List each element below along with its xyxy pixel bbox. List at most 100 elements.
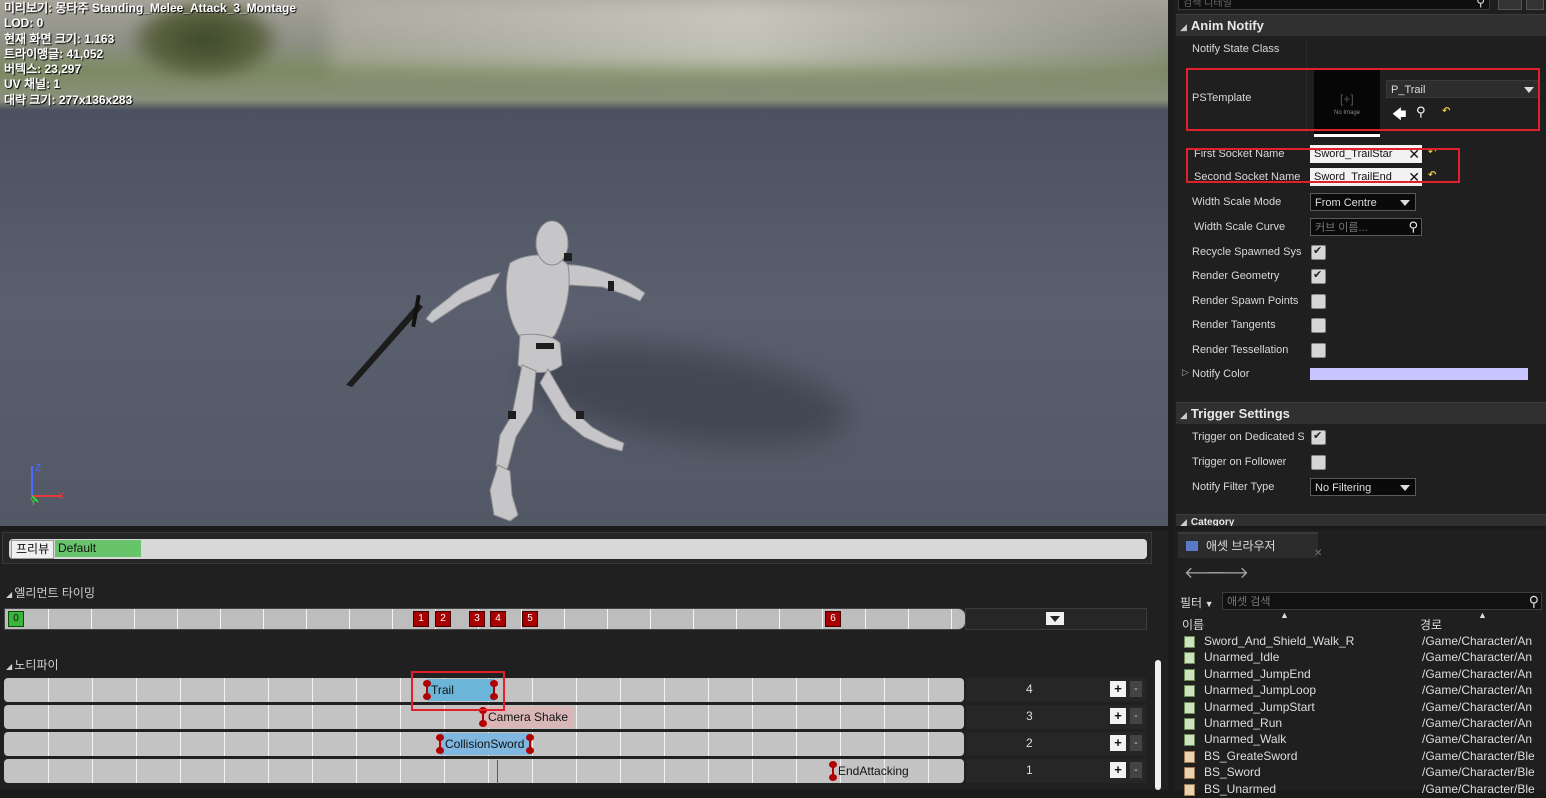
asset-path: /Game/Character/An (1422, 699, 1533, 714)
timing-marker[interactable]: 2 (435, 611, 451, 627)
notify-handle[interactable] (829, 761, 837, 781)
prop-render-geometry: Render Geometry (1176, 264, 1546, 288)
element-timing-track[interactable] (4, 608, 966, 630)
expand-triangle-icon: ◢ (1180, 410, 1187, 420)
remove-track-button[interactable]: - (1130, 681, 1142, 697)
notify-handle[interactable] (526, 734, 534, 754)
add-track-button[interactable]: + (1110, 735, 1126, 751)
width-scale-mode-combo[interactable]: From Centre (1310, 193, 1416, 211)
notify-handle[interactable] (423, 680, 431, 700)
notify-filter-type-combo[interactable]: No Filtering (1310, 478, 1416, 496)
add-track-button[interactable]: + (1110, 762, 1126, 778)
timing-marker[interactable]: 5 (522, 611, 538, 627)
notify-handle[interactable] (436, 734, 444, 754)
add-track-button[interactable]: + (1110, 708, 1126, 724)
timing-dropdown-button[interactable] (1046, 612, 1064, 625)
timing-marker[interactable]: 1 (413, 611, 429, 627)
asset-search-input[interactable]: 애셋 검색 ⚲ (1222, 592, 1542, 610)
category-trigger-settings[interactable]: ◢ Trigger Settings (1176, 402, 1546, 424)
notify-track-cell (664, 732, 665, 756)
clear-icon[interactable]: ✕ (1408, 168, 1420, 186)
recycle-spawned-checkbox[interactable] (1311, 244, 1326, 260)
column-divider (1306, 37, 1307, 61)
trigger-on-dedicated-checkbox[interactable] (1311, 429, 1326, 445)
reset-to-default-icon[interactable]: ↶ (1428, 170, 1436, 181)
expand-triangle-icon[interactable]: ▷ (1182, 367, 1189, 378)
notify-label[interactable]: Camera Shake (488, 710, 568, 724)
render-geometry-checkbox[interactable] (1311, 268, 1326, 284)
preview-button[interactable]: 프리뷰 (11, 540, 55, 559)
asset-list-item[interactable]: BS_GreateSword/Game/Character/Ble (1184, 749, 1544, 765)
remove-track-button[interactable]: - (1130, 762, 1142, 778)
asset-list-item[interactable]: Unarmed_JumpEnd/Game/Character/An (1184, 667, 1544, 683)
notifies-header[interactable]: ◢ 노티파이 (6, 656, 59, 673)
asset-path: /Game/Character/An (1422, 683, 1533, 698)
animation-asset-icon (1184, 718, 1195, 730)
reset-to-default-icon[interactable]: ↶ (1428, 147, 1436, 158)
notify-track[interactable] (4, 759, 964, 783)
category-anim-notify[interactable]: ◢ Anim Notify (1176, 14, 1546, 36)
remove-track-button[interactable]: - (1130, 735, 1142, 751)
notify-track-cell (48, 705, 49, 729)
trigger-on-follower-checkbox[interactable] (1311, 455, 1326, 470)
notify-track-cell (444, 759, 445, 783)
notify-label[interactable]: EndAttacking (838, 764, 909, 778)
category-categories[interactable]: ◢ Category (1176, 514, 1546, 526)
element-timing-header[interactable]: ◢ 엘리먼트 타이밍 (6, 584, 95, 601)
timing-marker[interactable]: 0 (8, 611, 24, 627)
timing-track-cell (736, 609, 737, 629)
notify-handle[interactable] (479, 707, 487, 727)
column-name-header[interactable]: 이름 ▲ (1182, 610, 1289, 633)
width-scale-curve-input[interactable]: 커브 이름... ⚲ (1310, 218, 1422, 236)
second-socket-input[interactable]: Sword_TrailEnd ✕ (1310, 168, 1422, 186)
blendspace-asset-icon (1184, 750, 1195, 763)
clear-icon[interactable]: ✕ (1408, 145, 1420, 163)
first-socket-input[interactable]: Sword_TrailStar ✕ (1310, 145, 1422, 163)
timing-marker[interactable]: 3 (469, 611, 485, 627)
notify-label[interactable]: Trail (431, 683, 454, 697)
section-preview-track[interactable]: 프리뷰 Default (9, 539, 1147, 559)
playhead-line[interactable] (497, 760, 498, 784)
asset-list-item[interactable]: Unarmed_JumpStart/Game/Character/An (1184, 700, 1544, 716)
asset-list-item[interactable]: Unarmed_Idle/Game/Character/An (1184, 650, 1544, 666)
default-section[interactable]: Default (55, 540, 141, 557)
forward-arrow-icon[interactable]: 🡒 (1206, 562, 1249, 583)
asset-name: BS_GreateSword (1204, 748, 1298, 763)
column-path-header[interactable]: 경로 ▲ (1420, 610, 1487, 633)
preview-viewport[interactable]: 미리보기: 몽타주 Standing_Melee_Attack_3_Montag… (0, 0, 1168, 526)
category-trigger-settings-label: Trigger Settings (1190, 406, 1290, 421)
remove-track-button[interactable]: - (1130, 708, 1142, 724)
render-tangents-checkbox[interactable] (1311, 318, 1326, 333)
render-tessellation-checkbox[interactable] (1311, 343, 1326, 358)
asset-list-item[interactable]: BS_Sword/Game/Character/Ble (1184, 765, 1544, 781)
asset-list-item[interactable]: Sword_And_Shield_Walk_R/Game/Character/A… (1184, 634, 1544, 650)
settings-button[interactable] (1526, 0, 1544, 10)
notify-handle[interactable] (490, 680, 498, 700)
timing-marker[interactable]: 4 (490, 611, 506, 627)
add-track-button[interactable]: + (1110, 681, 1126, 697)
use-selected-arrow-icon[interactable]: 🡄 (1392, 104, 1406, 128)
asset-list-item[interactable]: Unarmed_Run/Game/Character/An (1184, 716, 1544, 732)
prop-width-scale-mode: Width Scale Mode From Centre (1176, 190, 1546, 214)
close-icon[interactable]: ✕ (1314, 542, 1322, 566)
view-options-button[interactable] (1498, 0, 1522, 10)
notify-track-cell (576, 759, 577, 783)
notify-label[interactable]: CollisionSword (445, 737, 524, 751)
tab-asset-browser[interactable]: 애셋 브라우저 ✕ (1178, 532, 1322, 559)
browse-search-icon[interactable]: ⚲ (1416, 104, 1426, 120)
render-spawn-points-checkbox[interactable] (1311, 294, 1326, 309)
notify-color-swatch[interactable] (1310, 368, 1528, 380)
reset-to-default-icon[interactable]: ↶ (1442, 106, 1450, 117)
asset-list-item[interactable]: Unarmed_JumpLoop/Game/Character/An (1184, 683, 1544, 699)
filter-button[interactable]: 필터 ▼ (1180, 594, 1214, 611)
asset-thumbnail[interactable]: [+] No Image (1314, 70, 1380, 137)
ps-template-combo[interactable]: P_Trail (1386, 80, 1540, 98)
notify-scrollbar[interactable] (1155, 660, 1161, 790)
prop-label: Render Spawn Points (1192, 295, 1299, 307)
notify-track-controls: 2 + - (966, 732, 1146, 756)
notify-track-cell (312, 678, 313, 702)
asset-list-item[interactable]: Unarmed_Walk/Game/Character/An (1184, 732, 1544, 748)
asset-name: Unarmed_Walk (1204, 732, 1287, 747)
details-search-input[interactable]: 검색 디테일 ⚲ (1178, 0, 1490, 10)
timing-marker[interactable]: 6 (825, 611, 841, 627)
